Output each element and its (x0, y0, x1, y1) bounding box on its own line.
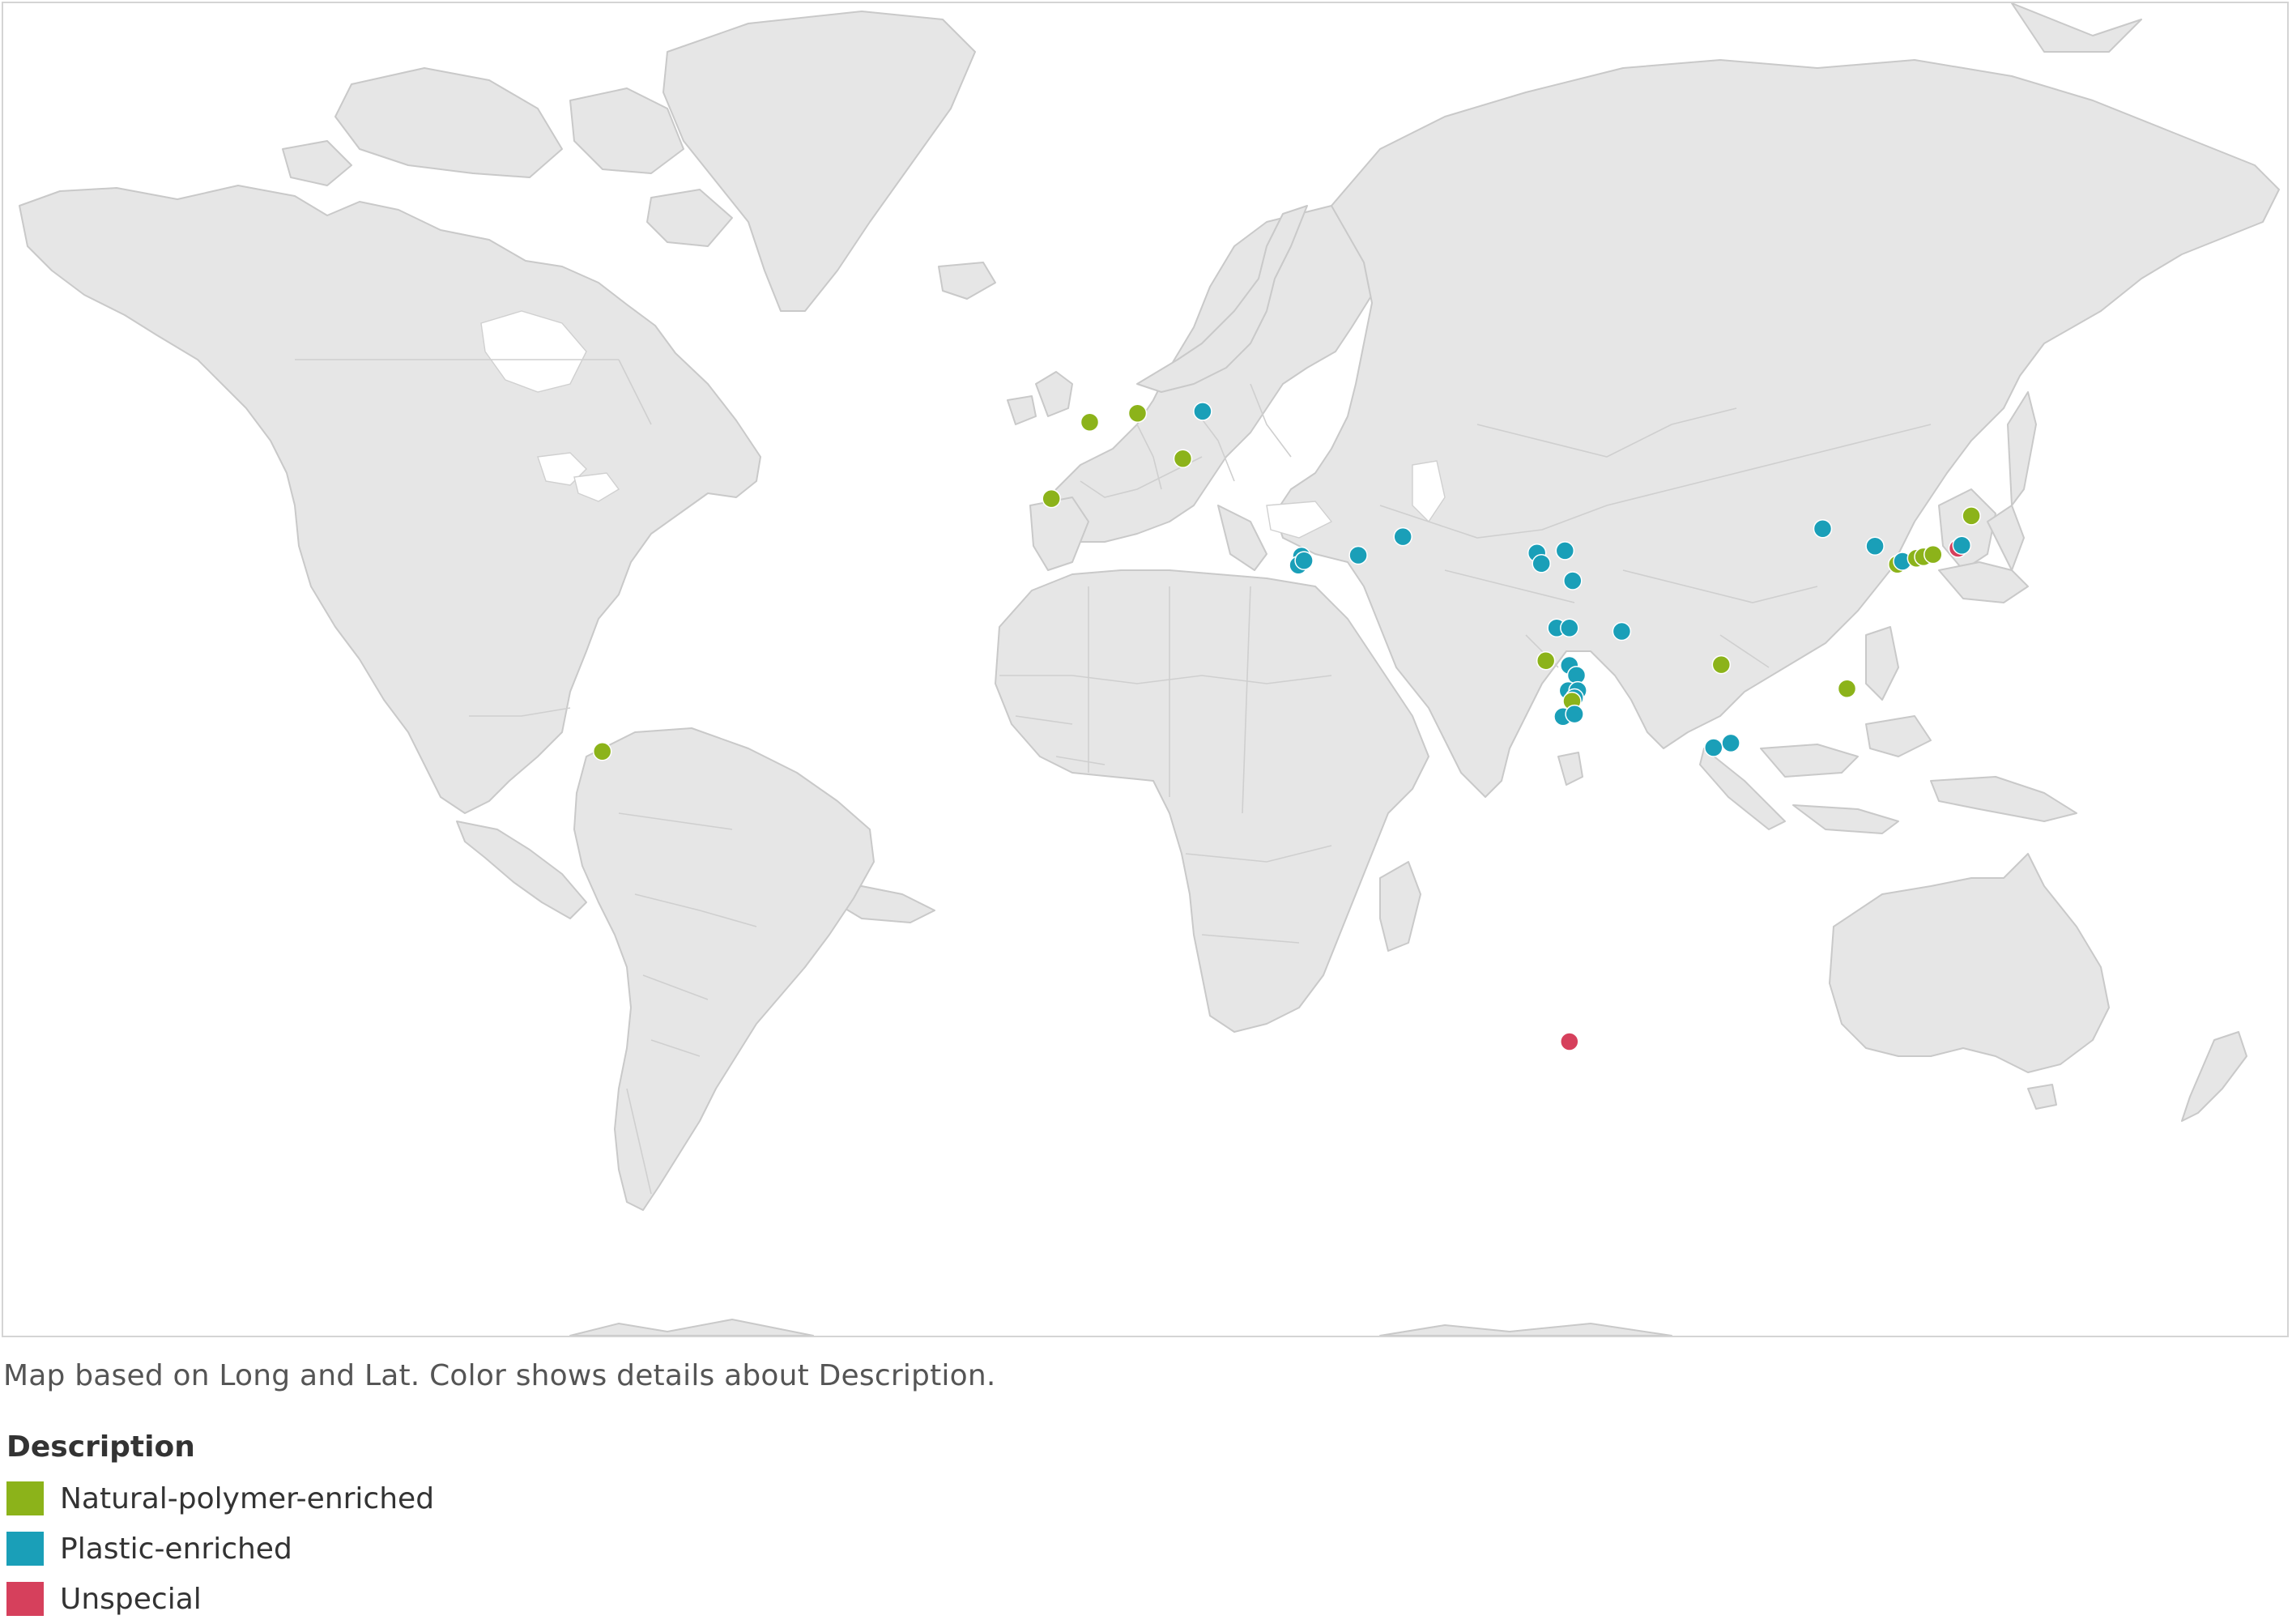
site-marker[interactable] (1711, 654, 1732, 675)
site-marker[interactable] (592, 741, 612, 761)
site-marker[interactable] (1555, 541, 1575, 561)
greenland (662, 11, 996, 312)
site-marker[interactable] (1813, 519, 1833, 539)
site-marker[interactable] (1393, 526, 1412, 547)
legend: Description Natural-polymer-enriched Pla… (6, 1430, 434, 1624)
site-marker[interactable] (1721, 733, 1740, 753)
map-panel[interactable] (2, 2, 2289, 1337)
africa (995, 569, 1429, 1033)
legend-label: Natural-polymer-enriched (60, 1481, 435, 1515)
australia (1829, 853, 2247, 1122)
site-marker[interactable] (1560, 618, 1579, 637)
site-marker[interactable] (1923, 544, 1943, 565)
legend-label: Unspecial (60, 1582, 202, 1616)
site-marker[interactable] (1536, 650, 1556, 671)
world-map[interactable] (3, 3, 2287, 1336)
legend-item-natural-polymer-enriched[interactable]: Natural-polymer-enriched (6, 1473, 434, 1524)
site-marker[interactable] (1348, 545, 1368, 565)
site-marker[interactable] (1837, 679, 1857, 698)
asia (1266, 3, 2280, 834)
site-marker[interactable] (1952, 535, 1972, 555)
site-marker[interactable] (1565, 704, 1584, 724)
site-marker[interactable] (1560, 1032, 1579, 1051)
legend-swatch (6, 1582, 44, 1616)
site-marker[interactable] (1193, 402, 1212, 421)
site-marker[interactable] (1532, 554, 1551, 573)
legend-swatch (6, 1532, 44, 1566)
legend-item-plastic-enriched[interactable]: Plastic-enriched (6, 1524, 434, 1574)
site-marker[interactable] (1704, 738, 1723, 757)
site-marker[interactable] (1173, 449, 1193, 468)
site-marker[interactable] (1042, 488, 1061, 509)
site-marker[interactable] (1962, 506, 1981, 526)
site-marker[interactable] (1563, 571, 1583, 590)
site-marker[interactable] (1865, 536, 1885, 556)
site-marker[interactable] (1127, 403, 1148, 424)
legend-swatch (6, 1481, 44, 1515)
site-marker[interactable] (1612, 621, 1632, 642)
antarctica (569, 1319, 1672, 1336)
legend-title: Description (6, 1430, 195, 1464)
site-marker[interactable] (1080, 412, 1100, 432)
map-caption: Map based on Long and Lat. Color shows d… (3, 1359, 996, 1392)
south-america (573, 727, 875, 1211)
legend-label: Plastic-enriched (60, 1532, 292, 1566)
site-marker[interactable] (1294, 551, 1314, 570)
